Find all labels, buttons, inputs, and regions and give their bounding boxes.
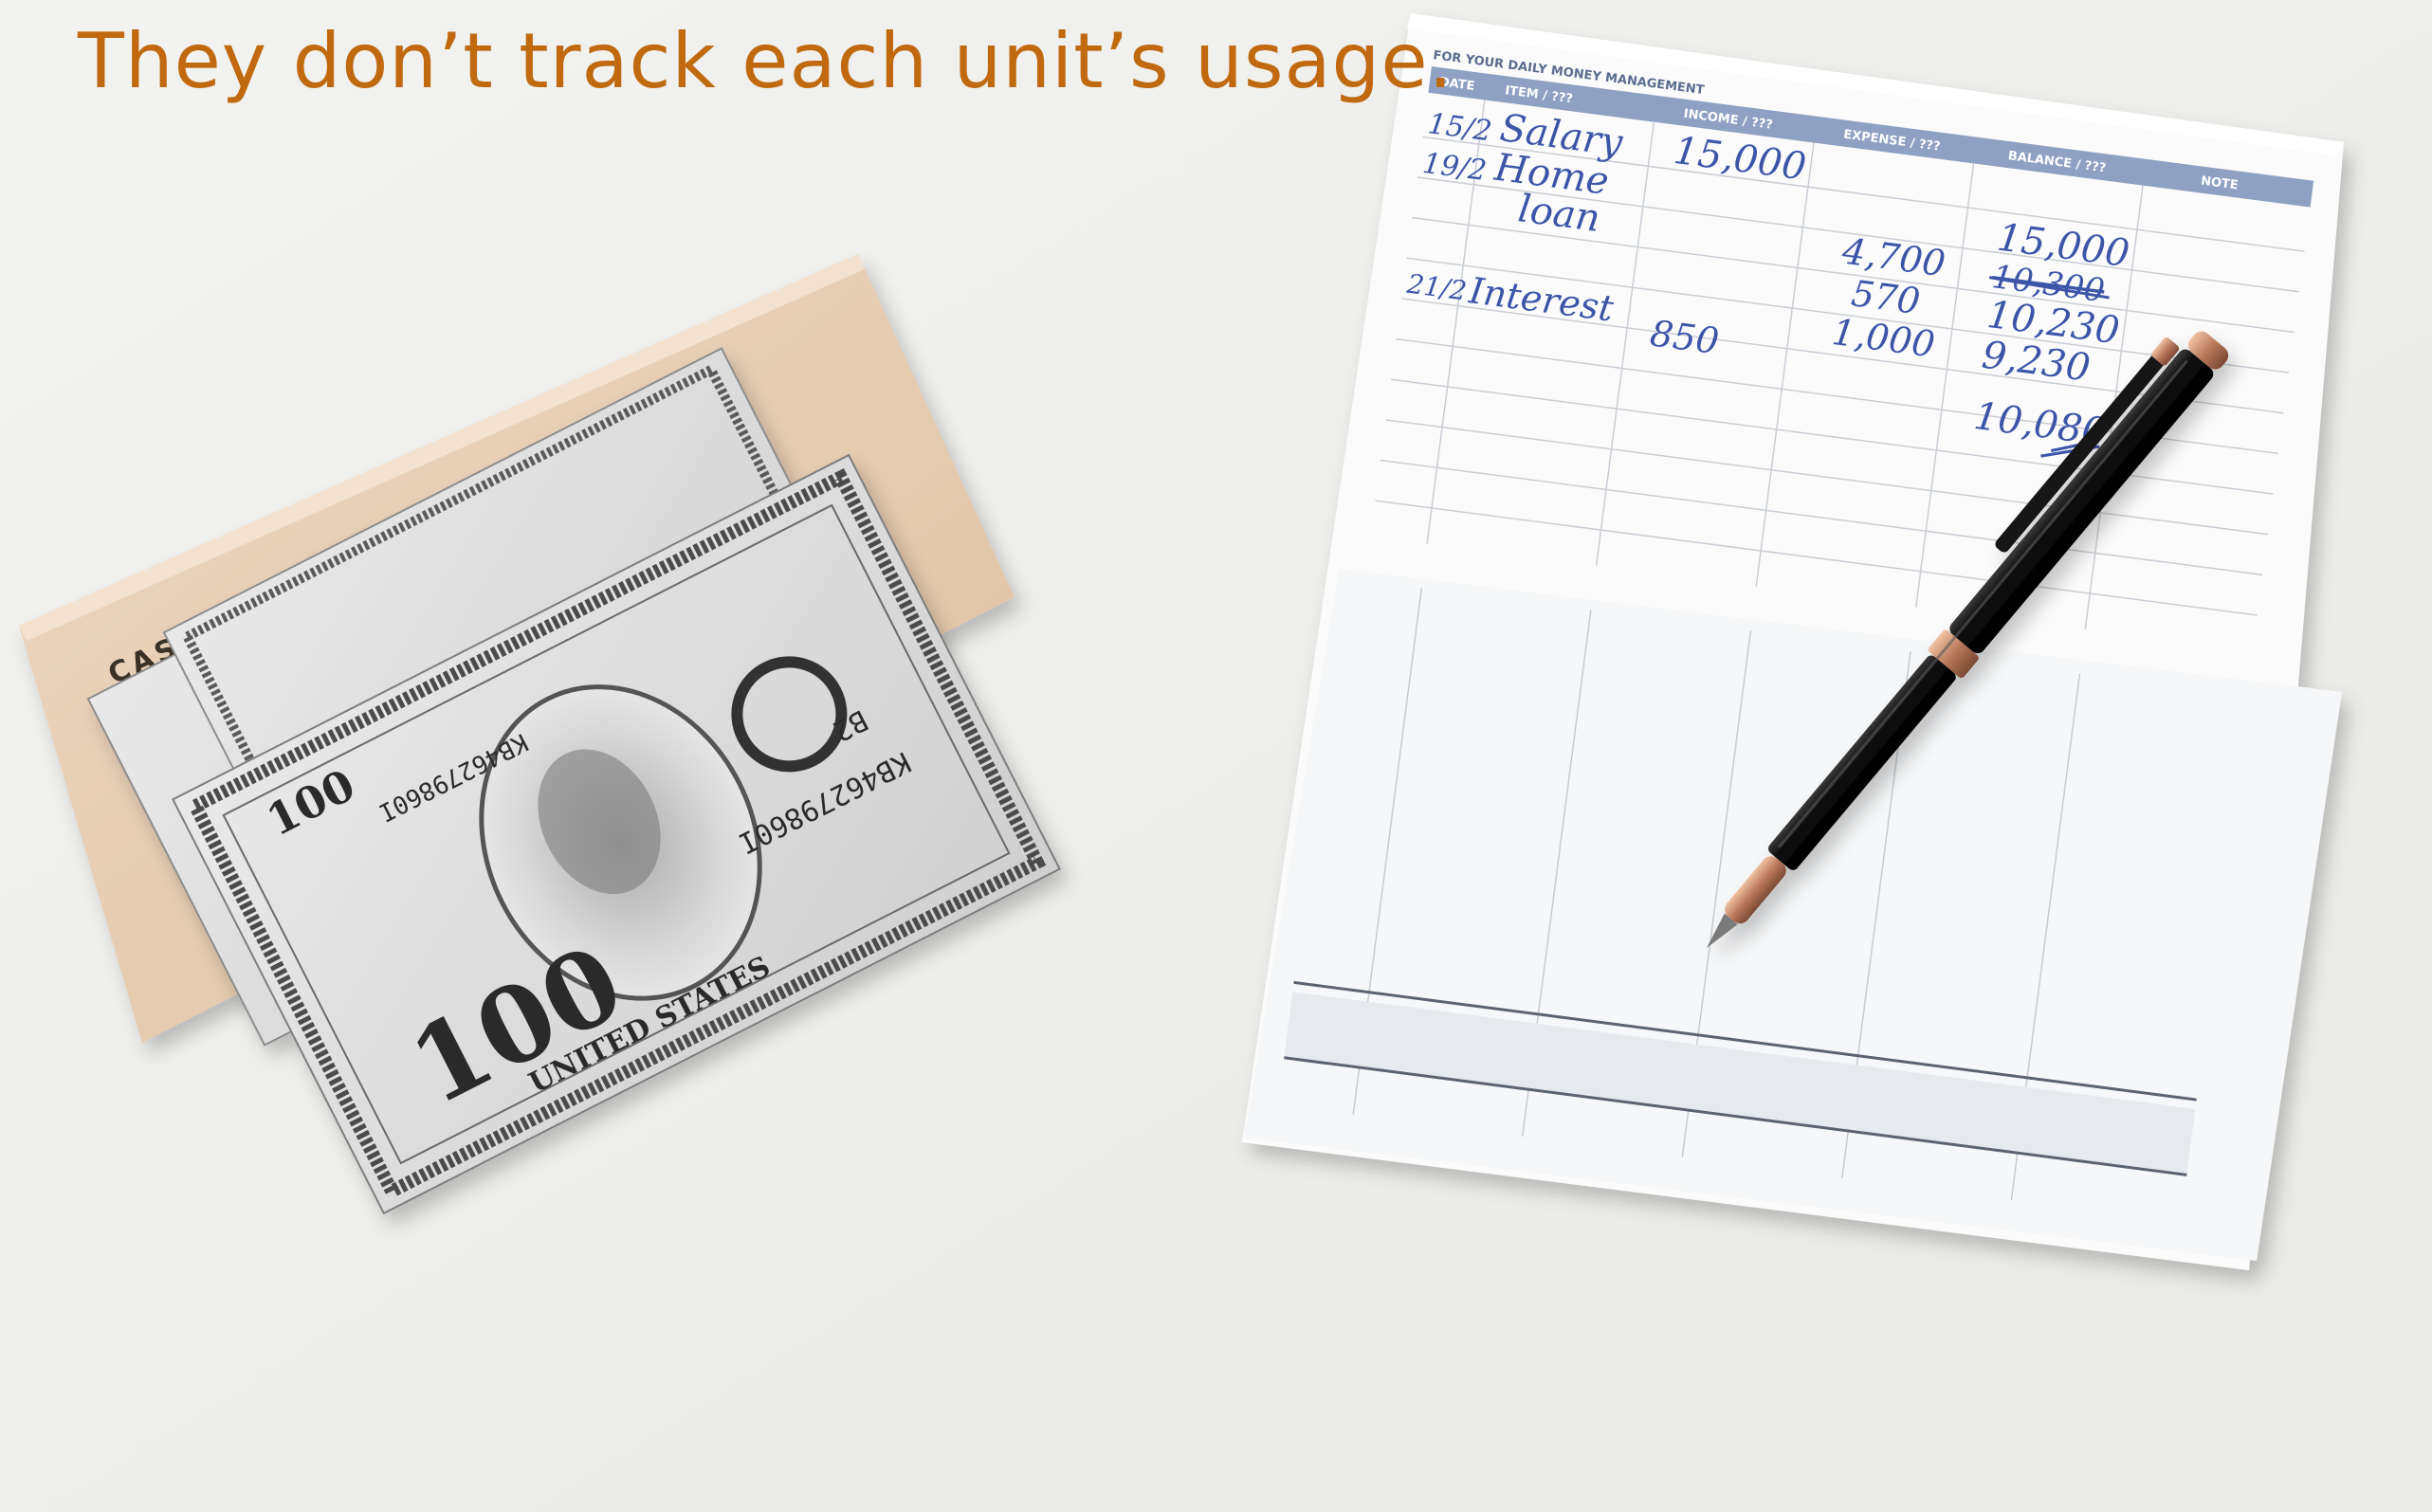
slide-caption: They don’t track each unit’s usage. (78, 17, 1454, 105)
photo-scene: CASHBOOK 100 100 UNITED STATES KB4627986… (0, 0, 2432, 1512)
entry-6-income: 850 (1648, 312, 1722, 362)
